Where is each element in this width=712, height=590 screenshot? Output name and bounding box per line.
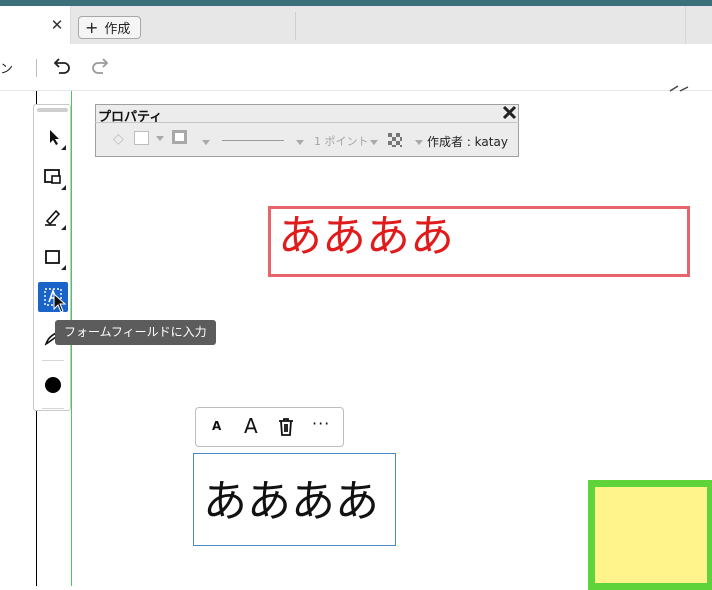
dropdown-arrow-icon[interactable]: [296, 140, 304, 145]
select-tool[interactable]: [38, 122, 68, 152]
line-style-select[interactable]: [222, 140, 284, 141]
redo-icon[interactable]: [90, 56, 112, 78]
decrease-font-button[interactable]: A: [212, 419, 221, 433]
shape-tool[interactable]: [38, 242, 68, 272]
tab-divider: [685, 6, 686, 44]
submenu-indicator: [61, 185, 66, 190]
new-tab-button[interactable]: + 作成: [78, 16, 141, 39]
toolbar-label[interactable]: ン: [0, 58, 13, 77]
close-icon[interactable]: [501, 104, 518, 121]
plus-icon: +: [85, 17, 99, 37]
palette-grip-handle[interactable]: [37, 108, 68, 112]
trash-icon[interactable]: [276, 416, 296, 438]
opacity-checker-icon[interactable]: [388, 133, 402, 147]
dropdown-arrow-icon[interactable]: [156, 136, 164, 141]
text-field-content[interactable]: ああああ: [203, 474, 379, 530]
submenu-indicator: [61, 145, 66, 150]
fill-bucket-icon[interactable]: ◇: [113, 131, 124, 147]
line-width-select[interactable]: 1 ポイント: [314, 133, 369, 149]
tooltip: フォームフィールドに入力: [55, 320, 216, 345]
dropdown-arrow-icon[interactable]: [202, 140, 210, 145]
toolbar-divider: [36, 59, 37, 77]
color-picker[interactable]: [38, 370, 68, 400]
new-tab-label: 作成: [104, 22, 131, 37]
palette-divider: [42, 360, 64, 361]
text-annotation-content[interactable]: ああああ: [278, 209, 454, 265]
undo-icon[interactable]: [50, 56, 72, 78]
page-corner-mark: [669, 85, 689, 92]
color-swatch-icon: [45, 377, 61, 393]
tab-divider: [295, 12, 296, 40]
mouse-cursor-icon: [53, 293, 67, 313]
palette-divider: [42, 408, 64, 409]
author-label: 作成者 : katay: [427, 135, 508, 149]
submenu-indicator: [61, 265, 66, 270]
dropdown-arrow-icon[interactable]: [415, 140, 423, 145]
panel-divider: [95, 122, 519, 123]
toolbar-border: [0, 90, 712, 91]
highlight-rectangle[interactable]: [588, 480, 712, 590]
more-options-icon[interactable]: ···: [312, 414, 330, 433]
close-tab-icon[interactable]: ✕: [50, 17, 64, 33]
fill-color-swatch[interactable]: [134, 131, 149, 145]
stroke-color-swatch[interactable]: [172, 130, 187, 144]
dropdown-arrow-icon[interactable]: [370, 140, 378, 145]
submenu-indicator: [61, 225, 66, 230]
highlighter-tool[interactable]: [38, 202, 68, 232]
increase-font-button[interactable]: A: [244, 414, 258, 438]
area-select-tool[interactable]: [38, 162, 68, 192]
